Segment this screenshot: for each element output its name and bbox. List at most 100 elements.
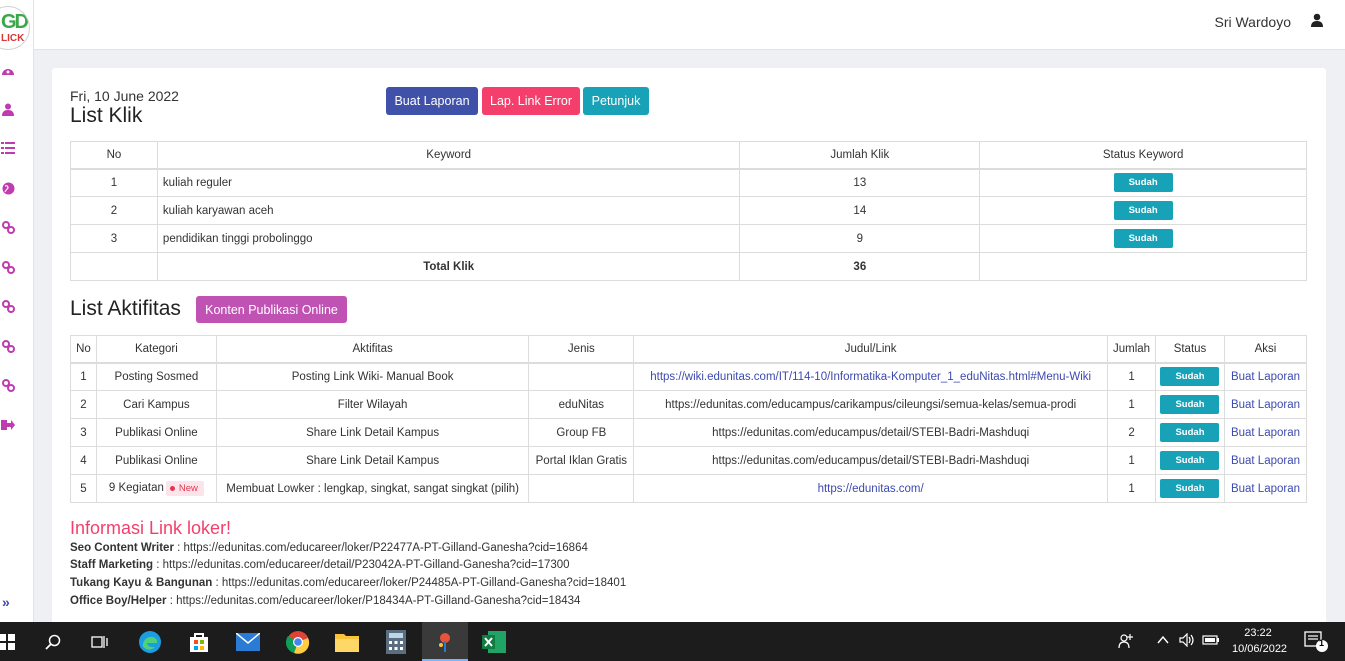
buat-laporan-link[interactable]: Buat Laporan xyxy=(1223,474,1308,503)
col-header-jumlah-klik: Jumlah Klik xyxy=(739,141,981,169)
table-row: 3 Publikasi Online Share Link Detail Kam… xyxy=(70,418,1308,447)
user-name[interactable]: Sri Wardoyo xyxy=(1214,14,1291,30)
row-keyword: kuliah karyawan aceh xyxy=(156,196,741,225)
row-kategori: Posting Sosmed xyxy=(95,362,217,391)
info-loker-item: Office Boy/Helper : https://edunitas.com… xyxy=(70,595,581,607)
status-badge: Sudah xyxy=(1160,479,1220,498)
user-icon[interactable] xyxy=(0,101,16,117)
row-link: https://edunitas.com/educampus/carikampu… xyxy=(633,390,1109,419)
row-link: https://edunitas.com/educampus/detail/ST… xyxy=(633,418,1109,447)
search-icon[interactable] xyxy=(40,629,66,655)
row-kategori: Publikasi Online xyxy=(95,446,217,475)
table-row: 3 pendidikan tinggi probolinggo 9 Sudah xyxy=(70,224,1307,253)
col-header-keyword: Keyword xyxy=(156,141,741,169)
row-link: https://edunitas.com/educampus/detail/ST… xyxy=(633,446,1109,475)
row-aktifitas: Filter Wilayah xyxy=(215,390,530,419)
row-kategori: Publikasi Online xyxy=(95,418,217,447)
buat-laporan-link[interactable]: Buat Laporan xyxy=(1223,390,1308,419)
user-menu-icon[interactable] xyxy=(1311,13,1325,29)
col-header-no: No xyxy=(70,141,158,169)
info-loker-item: Seo Content Writer : https://edunitas.co… xyxy=(70,542,588,554)
konten-publikasi-button[interactable]: Konten Publikasi Online xyxy=(196,296,347,323)
chrome-icon[interactable] xyxy=(285,629,311,655)
status-badge: Sudah xyxy=(1160,451,1220,470)
app-logo[interactable]: GD LICK xyxy=(0,6,30,50)
row-no: 2 xyxy=(70,390,97,419)
row-kategori: 9 Kegiatan xyxy=(108,482,164,494)
link-icon[interactable] xyxy=(0,259,16,275)
status-badge: Sudah xyxy=(1160,423,1220,442)
buat-laporan-link[interactable]: Buat Laporan xyxy=(1223,362,1308,391)
row-jenis xyxy=(528,362,635,391)
row-link[interactable]: https://wiki.edunitas.com/IT/114-10/Info… xyxy=(633,362,1109,391)
mail-icon[interactable] xyxy=(235,629,261,655)
link-icon[interactable] xyxy=(0,338,16,354)
row-jumlah: 13 xyxy=(739,168,981,197)
col-header-jumlah: Jumlah xyxy=(1107,335,1156,363)
row-jumlah: 1 xyxy=(1107,474,1156,503)
table-row: 4 Publikasi Online Share Link Detail Kam… xyxy=(70,446,1308,475)
table-row: 5 9 Kegiatan New Membuat Lowker : lengkap… xyxy=(70,474,1308,503)
excel-icon[interactable] xyxy=(481,629,507,655)
list-klik-table: No Keyword Jumlah Klik Status Keyword 1 … xyxy=(70,141,1307,281)
status-badge: Sudah xyxy=(1113,173,1173,193)
link-icon[interactable] xyxy=(0,298,16,314)
col-header-no: No xyxy=(70,335,97,363)
row-jumlah: 1 xyxy=(1107,362,1156,391)
buat-laporan-button[interactable]: Buat Laporan xyxy=(386,87,478,115)
list-klik-title: List Klik xyxy=(70,104,143,127)
row-no: 3 xyxy=(70,224,158,253)
battery-icon[interactable] xyxy=(1202,633,1220,650)
link-icon[interactable] xyxy=(0,219,16,235)
logout-icon[interactable] xyxy=(0,417,16,433)
expand-sidebar-icon[interactable]: » xyxy=(2,594,10,610)
link-icon[interactable] xyxy=(0,377,16,393)
system-clock[interactable]: 23:22 10/06/2022 xyxy=(1232,625,1287,657)
edge-icon[interactable] xyxy=(137,629,163,655)
chevron-up-icon[interactable] xyxy=(1156,633,1170,650)
buat-laporan-link[interactable]: Buat Laporan xyxy=(1223,446,1308,475)
calculator-icon[interactable] xyxy=(383,629,409,655)
file-explorer-icon[interactable] xyxy=(334,629,360,655)
status-badge: Sudah xyxy=(1160,367,1220,387)
info-loker-item: Staff Marketing : https://edunitas.com/e… xyxy=(70,559,570,571)
notification-icon[interactable]: 1 xyxy=(1304,631,1328,656)
row-aktifitas: Share Link Detail Kampus xyxy=(215,418,530,447)
total-value: 36 xyxy=(739,252,981,281)
dashboard-icon[interactable] xyxy=(0,62,16,78)
list-icon[interactable] xyxy=(0,140,16,156)
windows-start-icon[interactable] xyxy=(0,629,20,655)
row-aktifitas: Share Link Detail Kampus xyxy=(215,446,530,475)
row-kategori: Cari Kampus xyxy=(95,390,217,419)
petunjuk-button[interactable]: Petunjuk xyxy=(583,87,649,115)
row-link[interactable]: https://edunitas.com/ xyxy=(633,474,1109,503)
store-icon[interactable] xyxy=(186,629,212,655)
sidebar: GD LICK » xyxy=(0,0,34,622)
row-jenis: Group FB xyxy=(528,418,635,447)
col-header-status-keyword: Status Keyword xyxy=(979,141,1307,169)
row-aktifitas: Membuat Lowker : lengkap, singkat, sanga… xyxy=(215,474,530,503)
link-error-button[interactable]: Lap. Link Error xyxy=(482,87,580,115)
row-aktifitas: Posting Link Wiki- Manual Book xyxy=(215,362,530,391)
row-no: 4 xyxy=(70,446,97,475)
top-bar: Sri Wardoyo xyxy=(34,0,1345,50)
status-badge: Sudah xyxy=(1113,229,1173,248)
list-aktifitas-title: List Aktifitas xyxy=(70,297,181,320)
col-header-aksi: Aksi xyxy=(1223,335,1308,363)
row-jumlah: 1 xyxy=(1107,446,1156,475)
col-header-kategori: Kategori xyxy=(95,335,217,363)
table-row: 1 kuliah reguler 13 Sudah xyxy=(70,168,1307,197)
total-label: Total Klik xyxy=(156,252,741,281)
volume-icon[interactable] xyxy=(1179,632,1195,650)
row-jumlah: 1 xyxy=(1107,390,1156,419)
globe-icon[interactable] xyxy=(0,180,16,196)
paint-app-icon[interactable] xyxy=(432,629,458,655)
total-row: Total Klik 36 xyxy=(70,252,1307,281)
current-date: Fri, 10 June 2022 xyxy=(70,88,179,104)
new-badge: New xyxy=(165,481,204,496)
row-jenis: eduNitas xyxy=(528,390,635,419)
people-icon[interactable] xyxy=(1118,633,1134,652)
col-header-jenis: Jenis xyxy=(528,335,635,363)
buat-laporan-link[interactable]: Buat Laporan xyxy=(1223,418,1308,447)
task-view-icon[interactable] xyxy=(87,629,113,655)
